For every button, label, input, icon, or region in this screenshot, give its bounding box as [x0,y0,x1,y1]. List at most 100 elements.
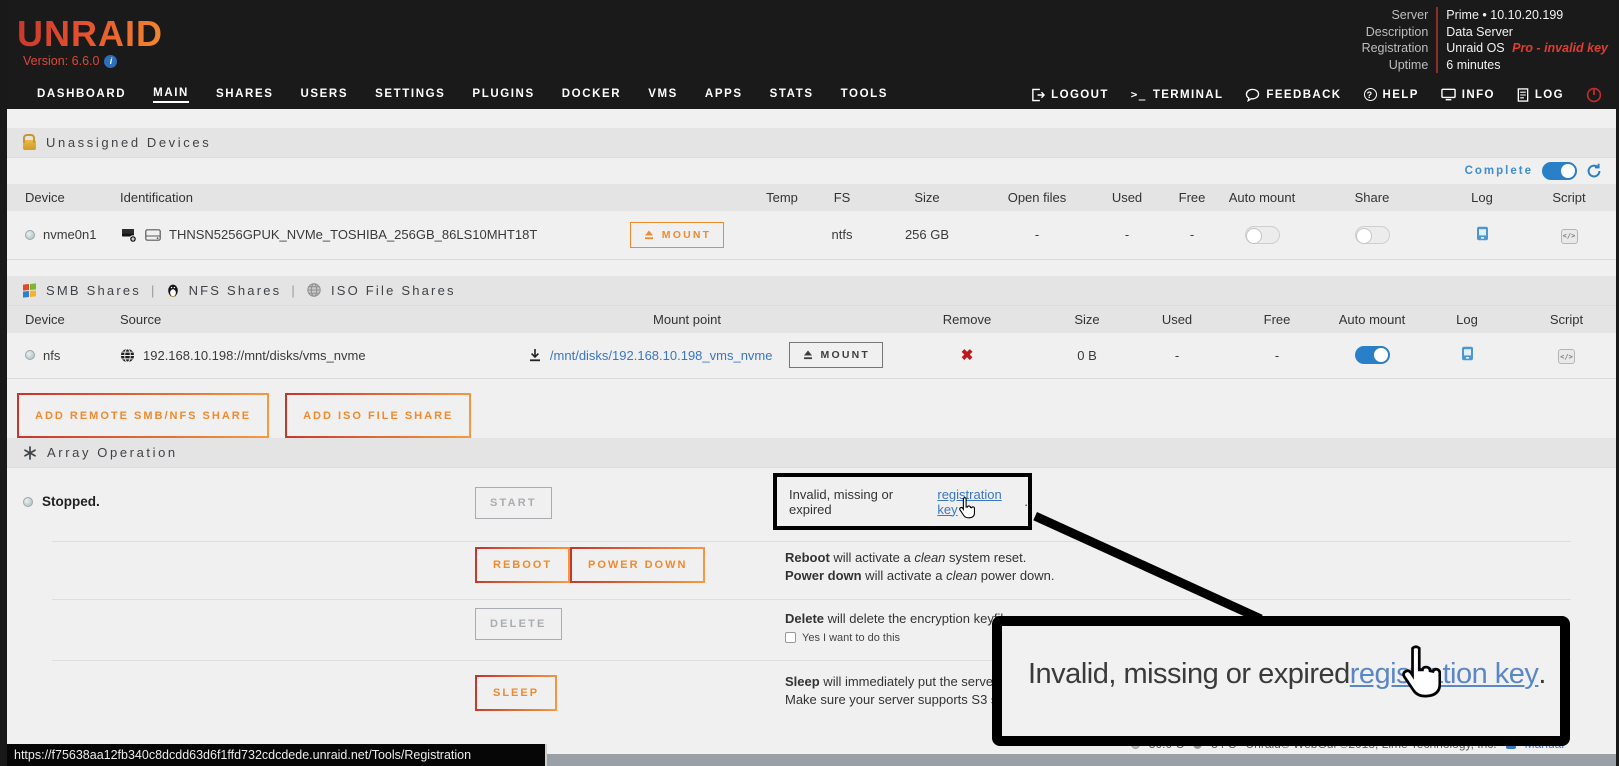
start-button[interactable]: START [475,487,552,519]
mount-button[interactable]: MOUNT [630,222,725,248]
device-identification[interactable]: THNSN5256GPUK_NVMe_TOSHIBA_256GB_86LS10M… [169,227,537,242]
nav-tools[interactable]: TOOLS [841,88,888,102]
registration-key-link[interactable]: registration key [937,487,1024,517]
app-header: UNRAID Version: 6.6.0 i Server Prime • 1… [7,0,1616,109]
remove-x-icon[interactable]: ✖ [961,347,974,364]
complete-toggle[interactable] [1542,162,1577,180]
globe-icon [120,348,135,363]
share-toggle[interactable] [1355,226,1390,244]
col-device: Device [7,184,102,211]
log-file-icon[interactable] [1461,346,1474,361]
table-row: nfs 192.168.10.198://mnt/disks/vms_nvme … [7,333,1616,379]
sleep-description-2: Make sure your server supports S3 slee [785,691,1015,709]
logout-icon [1031,88,1045,102]
section-title: Array Operation [47,445,178,460]
table-header-row: Device Source Mount point Remove Size Us… [7,306,1616,333]
server-info-value: Unraid OS Pro - invalid key [1438,40,1608,57]
cursor-pointer-icon [957,497,975,519]
nav-dashboard[interactable]: DASHBOARD [37,88,126,102]
script-icon[interactable]: </> [1558,349,1575,364]
info-button[interactable]: INFO [1441,88,1495,101]
help-icon: ? [1364,88,1377,101]
sleep-description: Sleep will immediately put the server in [785,673,1015,691]
unassigned-devices-header: Unassigned Devices [7,128,1616,158]
section-title: Unassigned Devices [46,135,211,150]
log-button[interactable]: LOG [1517,88,1564,102]
auto-mount-toggle[interactable] [1245,226,1280,244]
smb-windows-icon [23,283,36,297]
cursor-pointer-icon-magnified [1397,645,1441,699]
version-info-icon[interactable]: i [104,55,117,68]
feedback-icon [1245,88,1260,102]
col-script: Script [1522,184,1616,211]
mount-point-link[interactable]: /mnt/disks/192.168.10.198_vms_nvme [550,348,773,363]
col-share: Share [1302,184,1442,211]
power-down-description: Power down will activate a clean power d… [785,567,1055,585]
nfs-shares-title[interactable]: NFS Shares [189,283,282,298]
col-temp: Temp [752,184,812,211]
disk-add-icon [120,226,137,243]
nav-docker[interactable]: DOCKER [562,88,621,102]
reboot-button[interactable]: REBOOT [475,547,570,583]
info-monitor-icon [1441,88,1456,101]
unraid-logo: UNRAID [17,16,163,52]
cell-size: 0 B [1047,333,1127,379]
refresh-icon[interactable] [1586,163,1602,179]
registration-notice-magnified: Invalid, missing or expired registration… [992,616,1570,746]
device-name[interactable]: nvme0n1 [43,227,96,242]
device-name[interactable]: nfs [43,348,60,363]
cell-fs: ntfs [812,211,872,259]
nav-shares[interactable]: SHARES [216,88,274,102]
logout-button[interactable]: LOGOUT [1031,88,1109,102]
download-icon [528,348,542,362]
delete-confirm-checkbox[interactable] [785,632,796,643]
nav-stats[interactable]: STATS [770,88,814,102]
smb-shares-title[interactable]: SMB Shares [46,283,141,298]
registration-notice: Invalid, missing or expired registration… [773,473,1032,530]
nfs-linux-icon [167,283,179,297]
cell-temp [752,211,812,259]
script-icon[interactable]: </> [1561,229,1578,244]
add-remote-smb-nfs-share-button[interactable]: ADD REMOTE SMB/NFS SHARE [17,393,269,438]
remote-shares-table: Device Source Mount point Remove Size Us… [7,306,1616,380]
main-nav: DASHBOARD MAIN SHARES USERS SETTINGS PLU… [7,80,1616,109]
feedback-button[interactable]: FEEDBACK [1245,88,1341,102]
col-source: Source [102,306,487,333]
terminal-button[interactable]: >_ TERMINAL [1131,88,1224,101]
nav-vms[interactable]: VMS [648,88,678,102]
table-header-row: Device Identification Temp FS Size Open … [7,184,1616,211]
shares-header: SMB Shares | NFS Shares | ISO File Share… [7,276,1616,306]
cell-open-files: - [982,211,1092,259]
col-device: Device [7,306,102,333]
add-iso-file-share-button[interactable]: ADD ISO FILE SHARE [285,393,471,438]
col-script: Script [1517,306,1616,333]
auto-mount-toggle[interactable] [1355,346,1390,364]
mount-button[interactable]: MOUNT [789,342,884,368]
cell-size: 256 GB [872,211,982,259]
share-source: 192.168.10.198://mnt/disks/vms_nvme [143,348,366,363]
col-used: Used [1092,184,1162,211]
nav-apps[interactable]: APPS [705,88,743,102]
padlock-icon [23,140,36,150]
help-button[interactable]: ? HELP [1364,88,1419,101]
col-auto-mount: Auto mount [1222,184,1302,211]
nav-settings[interactable]: SETTINGS [375,88,445,102]
cell-free: - [1162,211,1222,259]
version-label: Version: 6.6.0 [23,54,99,68]
col-auto-mount: Auto mount [1327,306,1417,333]
nav-main[interactable]: MAIN [153,87,189,103]
nav-users[interactable]: USERS [300,88,348,102]
registration-key-link-magnified[interactable]: registration key [1350,658,1539,691]
sleep-button[interactable]: SLEEP [475,675,557,711]
log-file-icon[interactable] [1476,226,1489,241]
power-down-button[interactable]: POWER DOWN [570,547,705,583]
reboot-description: Reboot will activate a clean system rese… [785,549,1055,567]
col-fs: FS [812,184,872,211]
power-icon[interactable] [1586,87,1602,103]
server-info-label: Server [1362,7,1439,24]
delete-button[interactable]: DELETE [475,608,562,640]
delete-description: Delete will delete the encryption keyfil… [785,610,1010,628]
nav-plugins[interactable]: PLUGINS [472,88,534,102]
asterisk-icon [23,446,37,460]
iso-file-shares-title[interactable]: ISO File Shares [331,283,456,298]
